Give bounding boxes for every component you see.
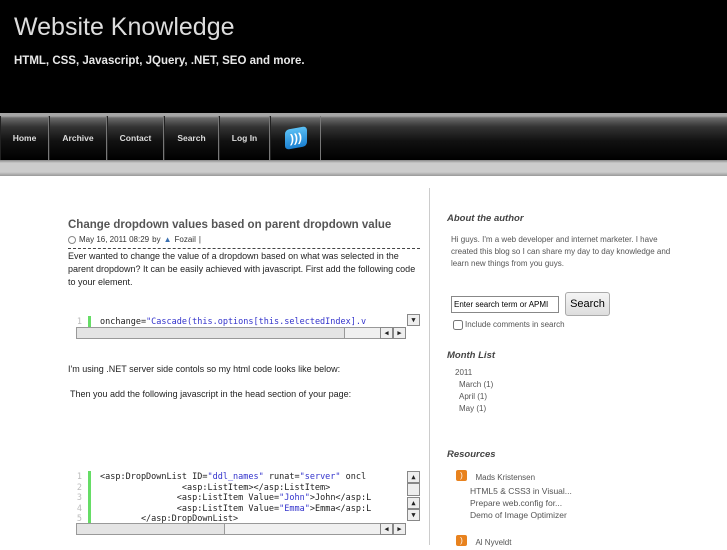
post-title[interactable]: Change dropdown values based on parent d… bbox=[68, 219, 420, 231]
site-header: Website Knowledge HTML, CSS, Javascript,… bbox=[0, 0, 727, 113]
post-paragraph-3: Then you add the following javascript in… bbox=[70, 389, 352, 399]
month-march[interactable]: March (1) bbox=[459, 379, 493, 391]
code-line: 2 <asp:ListItem></asp:ListItem> bbox=[68, 481, 408, 493]
site-title[interactable]: Website Knowledge bbox=[14, 13, 235, 42]
scroll-up-button[interactable]: ▲ bbox=[407, 471, 420, 483]
line-number: 3 bbox=[76, 493, 82, 503]
feed-post[interactable]: Prepare web.config for... bbox=[470, 497, 572, 509]
code-text: <asp:ListItem Value= bbox=[100, 503, 280, 514]
resources-title: Resources bbox=[447, 449, 496, 460]
column-divider bbox=[429, 188, 430, 545]
meta-separator: | bbox=[198, 235, 201, 244]
feed-post[interactable]: HTML5 & CSS3 in Visual... bbox=[470, 485, 572, 497]
vertical-scroll-thumb[interactable] bbox=[407, 483, 420, 496]
nav-login[interactable]: Log In bbox=[219, 116, 270, 160]
about-text: Hi guys. I'm a web developer and interne… bbox=[451, 235, 671, 268]
scroll-left-button[interactable]: ◀ bbox=[380, 327, 393, 339]
feed-al: ) Al Nyveldt bbox=[456, 532, 511, 550]
search-button[interactable]: Search bbox=[565, 292, 610, 316]
month-list-title: Month List bbox=[447, 350, 496, 361]
user-icon: ▲ bbox=[163, 235, 172, 244]
month-april[interactable]: April (1) bbox=[459, 391, 487, 403]
main-nav: Home Archive Contact Search Log In ))) bbox=[0, 113, 727, 160]
line-number: 4 bbox=[76, 503, 82, 514]
nav-archive[interactable]: Archive bbox=[49, 116, 107, 160]
post-by: by bbox=[152, 235, 161, 244]
site-tagline: HTML, CSS, Javascript, JQuery, .NET, SEO… bbox=[14, 55, 305, 67]
feed-mads: ) Mads Kristensen HTML5 & CSS3 in Visual… bbox=[456, 467, 572, 521]
code-text: <asp:ListItem Value= bbox=[100, 493, 280, 503]
about-title: About the author bbox=[447, 213, 524, 224]
code-line: 5 </asp:DropDownList> bbox=[68, 513, 408, 524]
nav-search[interactable]: Search bbox=[164, 116, 219, 160]
code-block-1: 1 onchange="Cascade(this.options[this.sel… bbox=[68, 314, 420, 339]
scroll-left-button[interactable]: ◀ bbox=[380, 523, 393, 535]
horizontal-scrollbar[interactable] bbox=[76, 327, 406, 339]
code-line: 1 onchange="Cascade(this.options[this.sel… bbox=[68, 316, 408, 327]
month-may[interactable]: May (1) bbox=[459, 403, 486, 415]
feed-post[interactable]: Demo of Image Optimizer bbox=[470, 509, 572, 521]
nav-rss[interactable]: ))) bbox=[270, 116, 321, 160]
line-number: 2 bbox=[76, 482, 82, 493]
code-string: "Cascade(this.options[this.selectedIndex… bbox=[146, 317, 367, 327]
post-paragraph-2: I'm using .NET server side contols so my… bbox=[68, 364, 341, 374]
feed-name[interactable]: Al Nyveldt bbox=[475, 538, 511, 547]
post-date: May 16, 2011 08:29 bbox=[79, 235, 150, 244]
sidebar: About the author Hi guys. I'm a web deve… bbox=[447, 213, 717, 547]
code-text: <asp:ListItem></asp:ListItem> bbox=[100, 482, 331, 493]
code-text: >John</asp:L bbox=[309, 493, 372, 503]
code-block-2: 1 <asp:DropDownList ID="ddl_names" runat=… bbox=[68, 471, 420, 535]
scroll-down-button[interactable]: ▼ bbox=[407, 509, 420, 521]
search-input[interactable] bbox=[451, 295, 559, 313]
code-string: "John" bbox=[279, 493, 310, 503]
code-line: 1 <asp:DropDownList ID="ddl_names" runat=… bbox=[68, 471, 408, 482]
code-text: >Emma</asp:L bbox=[309, 503, 372, 514]
code-text: <asp:DropDownList ID= bbox=[100, 472, 208, 482]
code-text: runat= bbox=[263, 472, 300, 482]
code-string: "ddl_names" bbox=[207, 472, 264, 482]
code-text: oncl bbox=[340, 472, 367, 482]
line-number: 1 bbox=[76, 317, 82, 327]
code-line: 4 <asp:ListItem Value="Emma">Emma</asp:L bbox=[68, 502, 408, 514]
rss-icon[interactable]: ) bbox=[456, 470, 467, 482]
code-line: 3 <asp:ListItem Value="John">John</asp:L bbox=[68, 492, 408, 503]
feed-name[interactable]: Mads Kristensen bbox=[475, 473, 535, 482]
post-meta: May 16, 2011 08:29 by ▲ Fozail | bbox=[68, 235, 420, 249]
code-string: "Emma" bbox=[279, 503, 310, 514]
nav-shadow-band bbox=[0, 160, 727, 176]
year-2011[interactable]: 2011 bbox=[455, 367, 472, 379]
include-comments-label[interactable]: Include comments in search bbox=[465, 319, 565, 331]
scroll-right-button[interactable]: ▶ bbox=[393, 327, 406, 339]
include-comments-checkbox[interactable] bbox=[453, 320, 463, 330]
scroll-up-button[interactable]: ▲ bbox=[407, 497, 420, 509]
horizontal-scrollbar[interactable] bbox=[76, 523, 406, 535]
nav-home[interactable]: Home bbox=[0, 116, 49, 160]
post-author[interactable]: Fozail bbox=[175, 235, 196, 244]
post-intro: Ever wanted to change the value of a dro… bbox=[68, 251, 416, 287]
line-number: 1 bbox=[76, 472, 82, 482]
scroll-down-button[interactable]: ▼ bbox=[407, 314, 420, 326]
nav-contact[interactable]: Contact bbox=[107, 116, 164, 160]
code-text: onchange= bbox=[100, 317, 147, 327]
scroll-right-button[interactable]: ▶ bbox=[393, 523, 406, 535]
post: Change dropdown values based on parent d… bbox=[68, 219, 420, 535]
rss-icon: ))) bbox=[284, 126, 307, 150]
clock-icon bbox=[68, 235, 76, 244]
code-string: "server" bbox=[299, 472, 341, 482]
